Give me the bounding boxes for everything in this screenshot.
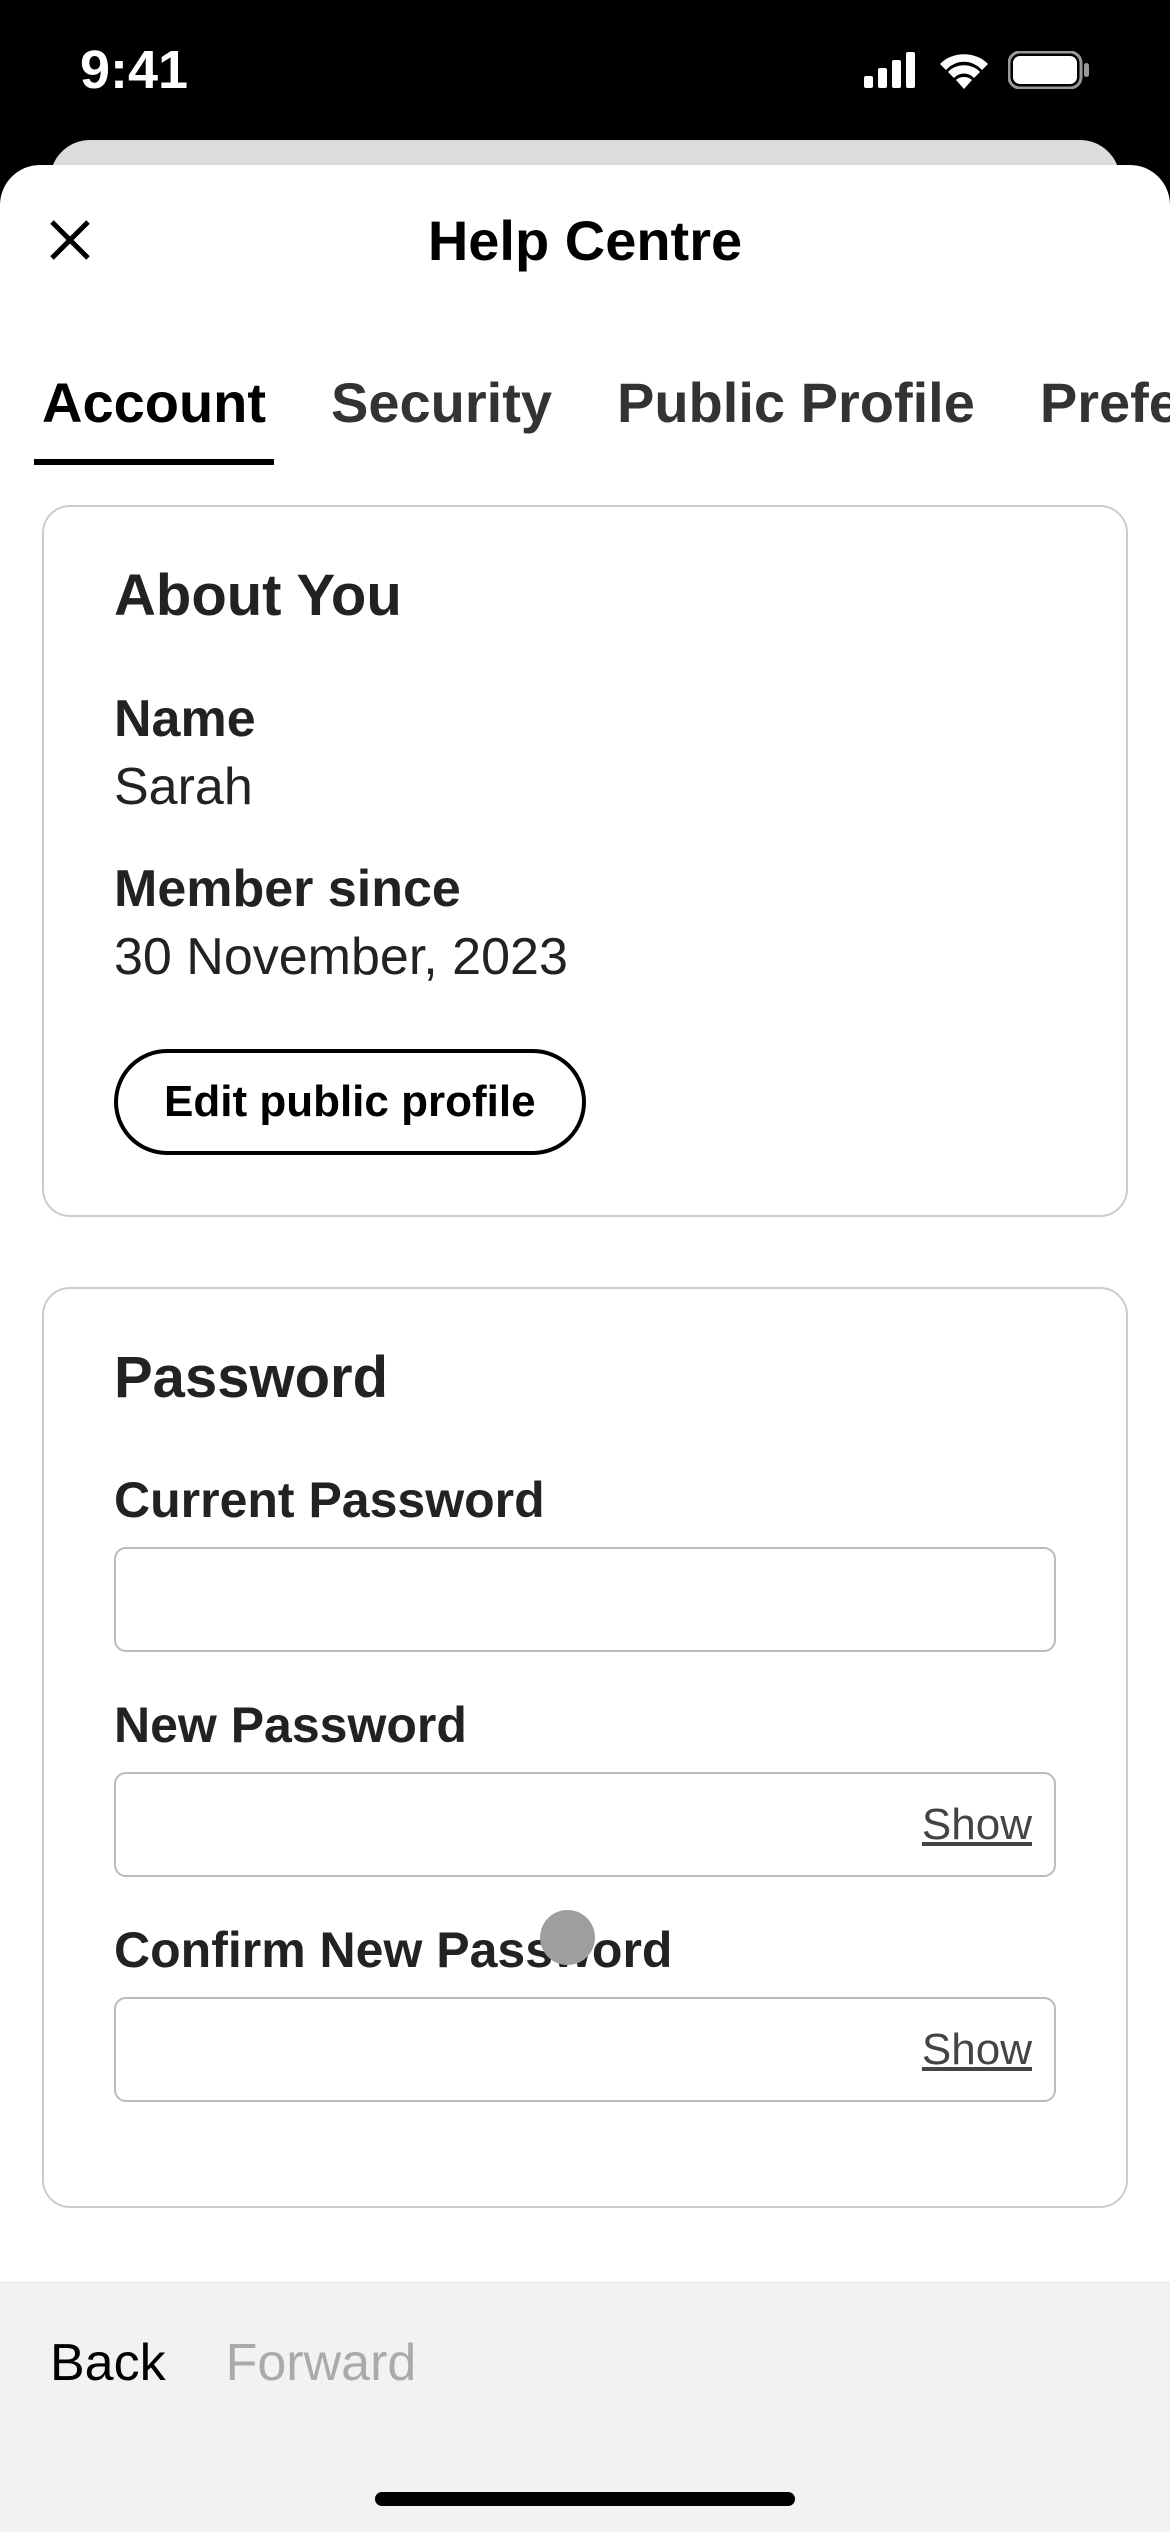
- edit-public-profile-button[interactable]: Edit public profile: [114, 1049, 586, 1155]
- tab-public-profile[interactable]: Public Profile: [617, 370, 975, 465]
- status-icons: [864, 51, 1090, 89]
- content-area: About You Name Sarah Member since 30 Nov…: [0, 465, 1170, 2532]
- close-button[interactable]: [40, 210, 100, 270]
- member-since-value: 30 November, 2023: [114, 927, 1056, 987]
- close-icon: [48, 218, 92, 262]
- current-password-input[interactable]: [114, 1547, 1056, 1652]
- password-card: Password Current Password New Password S…: [42, 1287, 1128, 2208]
- browser-toolbar: Back Forward: [0, 2282, 1170, 2532]
- about-you-card: About You Name Sarah Member since 30 Nov…: [42, 505, 1128, 1217]
- back-button[interactable]: Back: [50, 2333, 166, 2393]
- new-password-show-button[interactable]: Show: [922, 1800, 1032, 1850]
- name-value: Sarah: [114, 757, 1056, 817]
- tab-account[interactable]: Account: [42, 370, 266, 465]
- status-time: 9:41: [80, 39, 188, 101]
- page-title: Help Centre: [428, 208, 742, 273]
- tab-preferences[interactable]: Preferences: [1040, 370, 1170, 465]
- member-since-label: Member since: [114, 859, 1056, 919]
- confirm-password-input[interactable]: [114, 1997, 1056, 2102]
- confirm-password-wrap: Show: [114, 1997, 1056, 2102]
- wifi-icon: [938, 51, 990, 89]
- new-password-wrap: Show: [114, 1772, 1056, 1877]
- status-bar: 9:41: [0, 0, 1170, 140]
- confirm-password-show-button[interactable]: Show: [922, 2025, 1032, 2075]
- current-password-wrap: [114, 1547, 1056, 1652]
- home-indicator[interactable]: [375, 2492, 795, 2506]
- sheet-header: Help Centre: [0, 165, 1170, 315]
- new-password-input[interactable]: [114, 1772, 1056, 1877]
- new-password-label: New Password: [114, 1696, 1056, 1754]
- member-since-field: Member since 30 November, 2023: [114, 859, 1056, 987]
- tabs-bar: Account Security Public Profile Preferen…: [0, 315, 1170, 465]
- tab-security[interactable]: Security: [331, 370, 552, 465]
- password-title: Password: [114, 1344, 1056, 1411]
- cellular-icon: [864, 52, 920, 88]
- touch-indicator: [540, 1910, 595, 1965]
- name-label: Name: [114, 689, 1056, 749]
- name-field: Name Sarah: [114, 689, 1056, 817]
- about-you-title: About You: [114, 562, 1056, 629]
- battery-icon: [1008, 51, 1090, 89]
- modal-sheet: Help Centre Account Security Public Prof…: [0, 165, 1170, 2532]
- current-password-label: Current Password: [114, 1471, 1056, 1529]
- forward-button: Forward: [226, 2333, 417, 2393]
